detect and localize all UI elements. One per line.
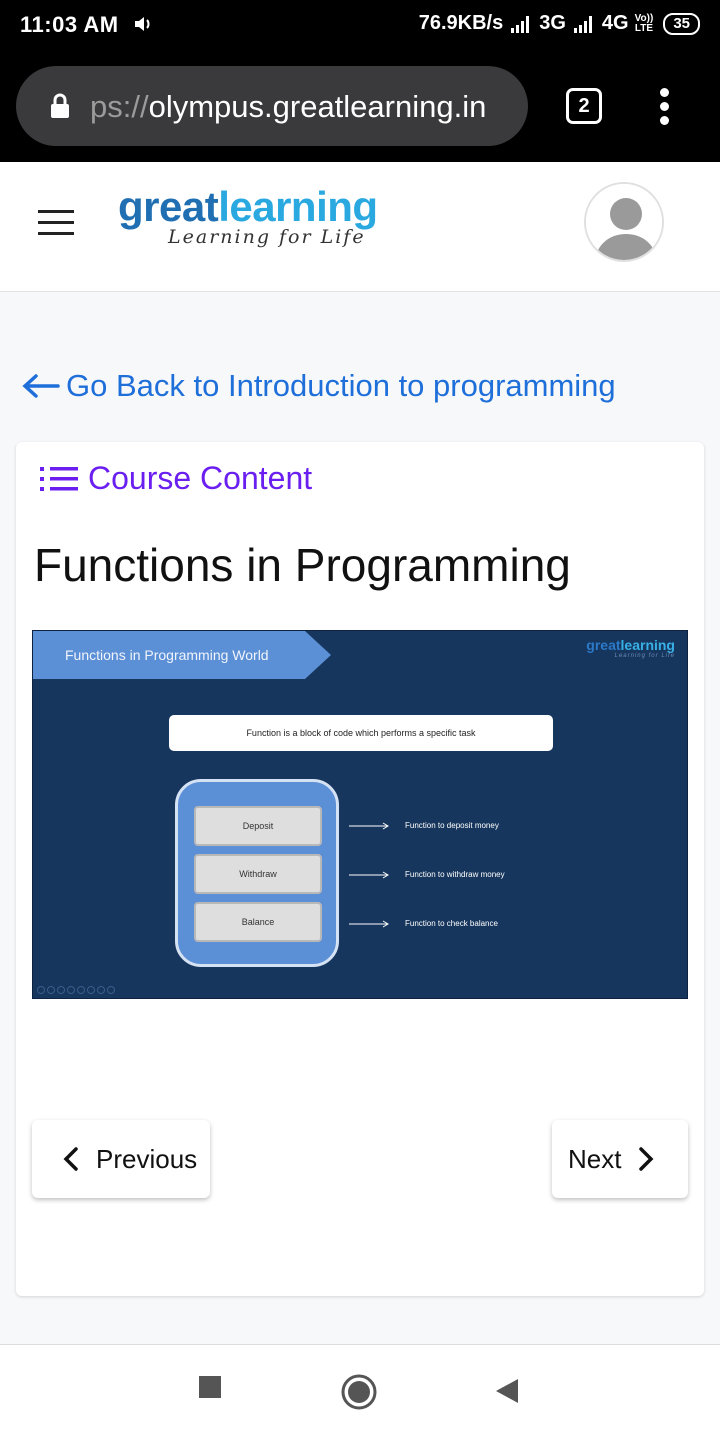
slide-item-withdraw: Withdraw <box>194 854 322 894</box>
next-button[interactable]: Next <box>552 1120 688 1198</box>
lesson-card: Course Content Functions in Programming … <box>16 442 704 1296</box>
recents-icon[interactable] <box>198 1375 222 1399</box>
network-4g: 4G <box>601 12 629 34</box>
back-link-label: Go Back to Introduction to programming <box>66 368 616 403</box>
site-header: greatlearning Learning for Life <box>0 162 720 292</box>
player-controls[interactable] <box>37 986 115 994</box>
previous-label: Previous <box>96 1143 198 1174</box>
course-content-link[interactable]: Course Content <box>38 460 312 497</box>
slide-banner-text: Functions in Programming World <box>65 647 269 663</box>
hamburger-menu-icon[interactable] <box>38 210 74 236</box>
chevron-left-icon <box>63 1147 78 1171</box>
status-right: 76.9KB/s 3G 4G Vo)) LTE 35 <box>419 12 700 35</box>
battery-icon: 35 <box>663 12 700 35</box>
slide-desc-withdraw: Function to withdraw money <box>405 870 505 879</box>
chevron-right-icon <box>639 1147 654 1171</box>
home-icon[interactable] <box>340 1373 378 1411</box>
course-content-label: Course Content <box>88 460 313 496</box>
slide-logo: greatlearning Learning for Life <box>586 637 675 659</box>
signal-icon <box>511 15 530 33</box>
slide-definition: Function is a block of code which perfor… <box>169 715 553 751</box>
system-navigation-bar <box>0 1344 720 1440</box>
lock-icon <box>51 93 69 118</box>
page-title: Functions in Programming <box>34 539 571 591</box>
lesson-video[interactable]: Functions in Programming World greatlear… <box>32 630 688 999</box>
slide-function-box: Deposit Withdraw Balance <box>175 779 339 967</box>
list-icon <box>40 466 78 491</box>
status-bar: 11:03 AM 76.9KB/s 3G 4G Vo)) LTE 35 <box>0 0 720 52</box>
network-3g: 3G <box>539 12 566 34</box>
slide-item-balance: Balance <box>194 902 322 942</box>
previous-button[interactable]: Previous <box>32 1120 210 1198</box>
back-to-course-link[interactable]: Go Back to Introduction to programming <box>22 368 616 404</box>
user-avatar[interactable] <box>584 182 664 262</box>
arrow-right-icon <box>349 822 389 830</box>
volume-icon <box>135 17 150 31</box>
signal-icon-2 <box>573 15 592 33</box>
status-time: 11:03 AM <box>20 12 119 37</box>
logo-tagline: Learning for Life <box>168 226 366 248</box>
greatlearning-logo[interactable]: greatlearning Learning for Life <box>118 184 378 249</box>
slide-item-deposit: Deposit <box>194 806 322 846</box>
volte-icon: Vo)) LTE <box>634 12 654 34</box>
browser-toolbar: ps://olympus.greatlearning.in 2 <box>0 52 720 162</box>
address-bar[interactable]: ps://olympus.greatlearning.in <box>16 66 528 146</box>
next-label: Next <box>568 1143 622 1174</box>
arrow-right-icon <box>349 920 389 928</box>
tab-switcher-button[interactable]: 2 <box>566 88 602 124</box>
back-icon[interactable] <box>494 1377 520 1405</box>
arrow-left-icon <box>22 374 60 398</box>
network-speed: 76.9KB/s <box>418 12 504 34</box>
arrow-right-icon <box>349 871 389 879</box>
url-text[interactable]: ps://olympus.greatlearning.in <box>90 89 486 125</box>
user-silhouette-icon <box>586 184 662 260</box>
slide-desc-balance: Function to check balance <box>405 919 498 928</box>
browser-menu-icon[interactable] <box>654 88 674 128</box>
slide-desc-deposit: Function to deposit money <box>405 821 499 830</box>
